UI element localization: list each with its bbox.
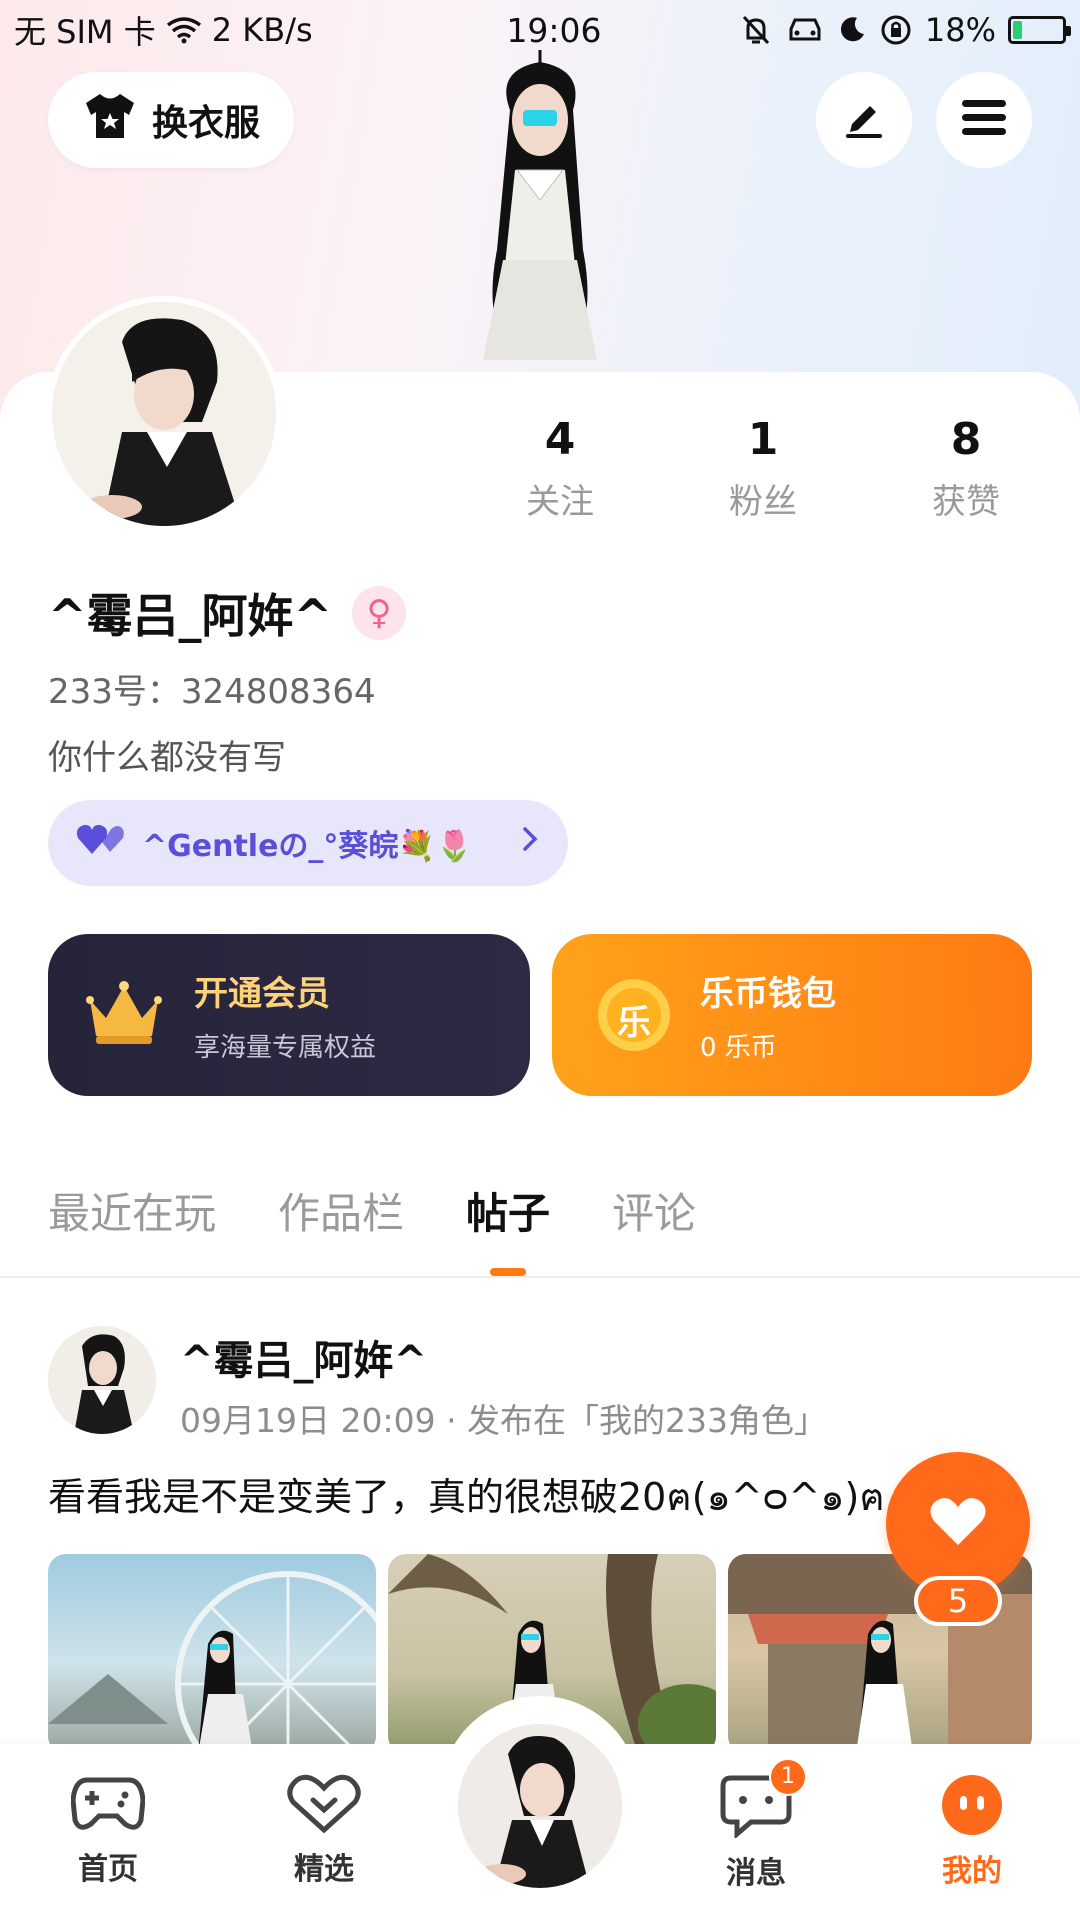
coin-icon-text: 乐 bbox=[617, 1003, 651, 1043]
wifi-icon bbox=[166, 16, 202, 44]
nav-featured[interactable]: 精选 bbox=[254, 1774, 394, 1888]
followers-stat[interactable]: 1 粉丝 bbox=[683, 412, 843, 523]
nickname-row: ^霉吕_阿姩^ ♀ bbox=[48, 580, 407, 646]
active-tab-indicator bbox=[490, 1268, 527, 1276]
menu-button[interactable] bbox=[936, 72, 1032, 168]
car-mode-icon bbox=[785, 15, 825, 45]
bio: 你什么都没有写 bbox=[48, 738, 286, 778]
wallet-title: 乐币钱包 bbox=[700, 974, 836, 1014]
user-id: 233号：324808364 bbox=[48, 672, 376, 712]
followers-label: 粉丝 bbox=[729, 482, 797, 522]
nav-home[interactable]: 首页 bbox=[38, 1774, 178, 1888]
vip-membership-card[interactable]: 开通会员 享海量专属权益 bbox=[48, 934, 530, 1096]
close-friend-name: ^Gentleの_°葵皖💐🌷 bbox=[142, 829, 474, 864]
post-author-name[interactable]: ^霉吕_阿姩^ bbox=[180, 1328, 427, 1386]
tab-posts[interactable]: 帖子 bbox=[466, 1180, 551, 1276]
likes-count: 8 bbox=[950, 414, 982, 465]
nav-me-label: 我的 bbox=[942, 1854, 1002, 1889]
character-3d-avatar[interactable] bbox=[425, 50, 655, 370]
followers-count: 1 bbox=[747, 414, 779, 465]
female-gender-icon: ♀ bbox=[352, 586, 407, 640]
likes-stat[interactable]: 8 获赞 bbox=[886, 412, 1046, 523]
nav-messages[interactable]: 1 消息 bbox=[686, 1758, 826, 1892]
coin-wallet-card[interactable]: 乐 乐币钱包 0 乐币 bbox=[552, 934, 1032, 1096]
pen-icon bbox=[840, 94, 888, 146]
messages-badge: 1 bbox=[769, 1758, 807, 1796]
nav-me[interactable]: 我的 bbox=[902, 1774, 1042, 1890]
post-meta: 09月19日 20:09 · 发布在「我的233角色」 bbox=[180, 1401, 828, 1440]
likes-label: 获赞 bbox=[932, 482, 1000, 522]
carrier-text: 无 SIM 卡 bbox=[14, 13, 156, 51]
edit-profile-button[interactable] bbox=[816, 72, 912, 168]
like-count: 5 bbox=[914, 1576, 1002, 1626]
following-stat[interactable]: 4 关注 bbox=[480, 412, 640, 523]
shirt-icon bbox=[82, 91, 138, 150]
battery-percent: 18% bbox=[924, 11, 996, 49]
chevron-right-icon bbox=[520, 824, 540, 862]
tabs-divider bbox=[0, 1276, 1080, 1278]
moon-icon bbox=[837, 15, 867, 45]
following-count: 4 bbox=[544, 414, 576, 465]
crown-icon bbox=[84, 978, 164, 1052]
coin-icon: 乐 bbox=[596, 977, 672, 1053]
battery-level bbox=[1013, 21, 1022, 39]
change-outfit-button[interactable]: 换衣服 bbox=[48, 72, 294, 168]
vip-title: 开通会员 bbox=[194, 974, 330, 1014]
post-text[interactable]: 看看我是不是变美了，真的很想破20ฅ(๑^ᴑ^๑)ฅ bbox=[48, 1466, 928, 1527]
heart-chat-icon bbox=[287, 1774, 361, 1838]
network-speed: 2 KB/s bbox=[211, 11, 313, 49]
profile-stats: 4 关注 1 粉丝 8 获赞 bbox=[480, 412, 1080, 532]
tab-recently-played[interactable]: 最近在玩 bbox=[48, 1180, 216, 1256]
wallet-balance: 0 乐币 bbox=[700, 1033, 777, 1063]
hamburger-menu-icon bbox=[960, 96, 1008, 144]
clock: 19:06 bbox=[506, 10, 602, 50]
following-label: 关注 bbox=[526, 482, 594, 522]
post-image-1[interactable] bbox=[48, 1554, 376, 1754]
tab-posts-label: 帖子 bbox=[466, 1189, 551, 1238]
like-button[interactable] bbox=[886, 1452, 1030, 1596]
tab-works[interactable]: 作品栏 bbox=[278, 1180, 404, 1256]
nickname: ^霉吕_阿姩^ bbox=[48, 589, 333, 643]
nav-home-label: 首页 bbox=[78, 1852, 138, 1887]
profile-avatar[interactable] bbox=[46, 296, 282, 532]
mute-bell-icon bbox=[739, 14, 773, 46]
post-author-avatar[interactable] bbox=[48, 1326, 156, 1434]
battery-icon bbox=[1008, 16, 1071, 44]
message-icon: 1 bbox=[719, 1758, 807, 1842]
nav-character-avatar[interactable] bbox=[454, 1720, 626, 1892]
double-heart-icon bbox=[76, 822, 126, 864]
vip-subtitle: 享海量专属权益 bbox=[194, 1033, 377, 1063]
heart-icon bbox=[928, 1495, 988, 1553]
nav-messages-label: 消息 bbox=[726, 1856, 786, 1891]
close-friend-pill[interactable]: ^Gentleの_°葵皖💐🌷 bbox=[48, 800, 568, 886]
tab-comments[interactable]: 评论 bbox=[612, 1180, 696, 1256]
nav-featured-label: 精选 bbox=[294, 1852, 354, 1887]
rotation-lock-icon bbox=[879, 13, 913, 47]
gamepad-icon bbox=[70, 1777, 146, 1838]
me-icon bbox=[939, 1775, 1005, 1840]
profile-tabs: 最近在玩 作品栏 帖子 评论 bbox=[48, 1180, 1048, 1276]
change-outfit-label: 换衣服 bbox=[151, 103, 260, 144]
